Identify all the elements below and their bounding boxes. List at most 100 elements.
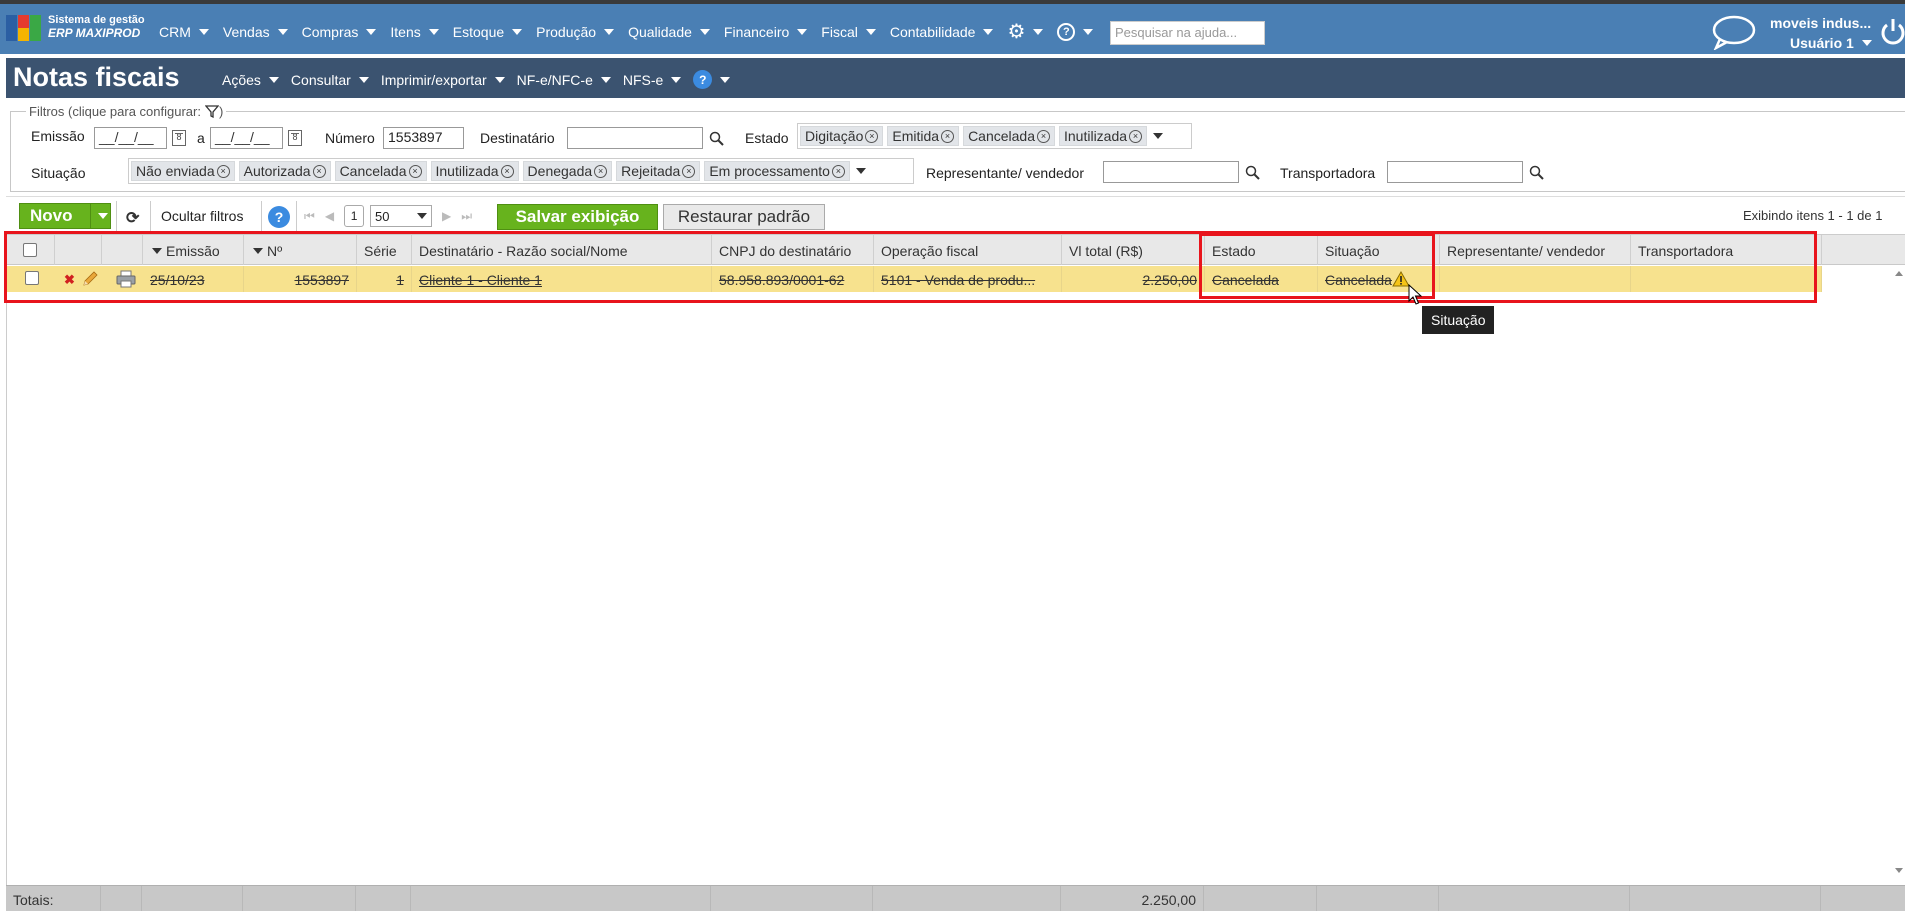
estado-tag[interactable]: Inutilizada ×	[1059, 126, 1148, 146]
nav-label: Estoque	[452, 24, 505, 40]
remove-tag-icon[interactable]: ×	[941, 129, 955, 143]
menu-nfse[interactable]: NFS-e	[623, 72, 682, 88]
help-menu[interactable]: ?	[1057, 23, 1094, 41]
nav-vendas[interactable]: Vendas	[223, 24, 288, 40]
transportadora-input[interactable]	[1387, 161, 1523, 183]
page-size-select[interactable]: 50	[370, 205, 433, 227]
search-icon[interactable]	[1529, 165, 1544, 180]
remove-tag-icon[interactable]: ×	[312, 164, 326, 178]
page-menu: Ações Consultar Imprimir/exportar NF-e/N…	[222, 70, 742, 89]
nav-label: Qualidade	[628, 24, 692, 40]
remove-tag-icon[interactable]: ×	[682, 164, 696, 178]
situacao-tooltip: Situação	[1422, 306, 1495, 334]
nav-financeiro[interactable]: Financeiro	[724, 24, 808, 40]
totals-cell	[142, 886, 243, 911]
representante-label: Representante/ vendedor	[926, 165, 1084, 181]
novo-button[interactable]: Novo	[19, 203, 111, 229]
help-search-input[interactable]: Pesquisar na ajuda...	[1110, 21, 1265, 45]
situacao-tag[interactable]: Rejeitada ×	[616, 161, 701, 181]
company-name[interactable]: moveis indus...	[1770, 15, 1871, 31]
caret-down-icon[interactable]	[98, 213, 108, 219]
search-icon[interactable]	[1245, 165, 1260, 180]
remove-tag-icon[interactable]: ×	[865, 129, 879, 143]
remove-tag-icon[interactable]: ×	[500, 164, 514, 178]
representante-input[interactable]	[1103, 161, 1239, 183]
filters-legend[interactable]: Filtros (clique para configurar: )	[26, 104, 227, 119]
calendar-icon[interactable]: 8	[172, 130, 186, 146]
restaurar-padrao-button[interactable]: Restaurar padrão	[663, 204, 825, 230]
situacao-tag[interactable]: Em processamento ×	[704, 161, 850, 181]
scroll-up-icon[interactable]	[1895, 271, 1903, 276]
totals-cell	[101, 886, 142, 911]
menu-nfe[interactable]: NF-e/NFC-e	[517, 72, 611, 88]
destinatario-label: Destinatário	[480, 130, 555, 146]
toolbar-divider	[296, 201, 297, 231]
funnel-icon[interactable]	[204, 105, 219, 118]
estado-tag[interactable]: Digitação ×	[800, 126, 884, 146]
situacao-tag-select[interactable]: Não enviada × Autorizada × Cancelada × Inut…	[128, 158, 914, 184]
numero-input[interactable]: 1553897	[383, 127, 464, 149]
caret-down-icon[interactable]	[855, 168, 866, 174]
remove-tag-icon[interactable]: ×	[1037, 129, 1050, 143]
maxiprod-logo-icon[interactable]	[6, 13, 42, 43]
toolbar-divider	[261, 201, 262, 231]
nav-contabilidade[interactable]: Contabilidade	[890, 24, 994, 40]
nav-fiscal[interactable]: Fiscal	[821, 24, 876, 40]
situacao-tag[interactable]: Denegada ×	[522, 161, 613, 181]
next-page-icon[interactable]: ▶	[442, 209, 451, 223]
emissao-from-input[interactable]: __/__/__	[94, 127, 167, 149]
caret-down-icon	[366, 29, 377, 35]
remove-tag-icon[interactable]: ×	[216, 164, 230, 178]
nav-compras[interactable]: Compras	[302, 24, 377, 40]
estado-tag-select[interactable]: Digitação × Emitida × Cancelada × Inutiliza…	[797, 123, 1192, 149]
prev-page-icon[interactable]: ◀	[325, 209, 334, 223]
search-icon[interactable]	[709, 131, 724, 146]
last-page-icon[interactable]: ⏭	[461, 209, 472, 224]
situacao-tag[interactable]: Cancelada ×	[334, 161, 427, 181]
emissao-to-input[interactable]: __/__/__	[210, 127, 283, 149]
menu-label: Consultar	[290, 71, 351, 88]
nav-estoque[interactable]: Estoque	[452, 24, 523, 40]
remove-tag-icon[interactable]: ×	[594, 164, 608, 178]
estado-label: Estado	[745, 130, 789, 146]
caret-down-icon	[1083, 29, 1094, 35]
estado-tag[interactable]: Cancelada ×	[963, 126, 1055, 146]
remove-tag-icon[interactable]: ×	[408, 164, 422, 178]
nav-producao[interactable]: Produção	[536, 24, 615, 40]
refresh-icon[interactable]: ⟳	[126, 208, 139, 228]
estado-tag[interactable]: Emitida ×	[887, 126, 960, 146]
chat-bubble-icon[interactable]	[1710, 14, 1756, 50]
caret-down-icon	[1033, 29, 1044, 35]
destinatario-input[interactable]	[567, 127, 703, 149]
nav-label: Produção	[536, 24, 597, 40]
page-help-menu[interactable]: ?	[693, 70, 731, 89]
settings-menu[interactable]: ⚙	[1007, 22, 1044, 42]
situacao-tag[interactable]: Autorizada ×	[238, 161, 331, 181]
help-icon[interactable]: ?	[268, 206, 290, 228]
situacao-tag[interactable]: Inutilizada ×	[430, 161, 519, 181]
ocultar-filtros-button[interactable]: Ocultar filtros	[161, 208, 243, 224]
nav-crm[interactable]: CRM	[159, 24, 209, 40]
power-icon[interactable]	[1880, 16, 1905, 46]
nav-qualidade[interactable]: Qualidade	[628, 24, 710, 40]
salvar-exibicao-button[interactable]: Salvar exibição	[497, 204, 658, 230]
grid-scrollbar[interactable]	[1893, 268, 1905, 876]
user-menu[interactable]: Usuário 1	[1790, 35, 1872, 51]
tag-label: Cancelada	[968, 128, 1035, 144]
page-number[interactable]: 1	[344, 205, 365, 227]
scroll-down-icon[interactable]	[1895, 868, 1903, 873]
totals-cell	[356, 886, 411, 911]
situacao-label: Situação	[31, 165, 86, 181]
situacao-tag[interactable]: Não enviada ×	[131, 161, 235, 181]
toolbar-divider	[116, 201, 117, 231]
first-page-icon[interactable]: ⏮	[304, 209, 315, 224]
menu-acoes[interactable]: Ações	[222, 72, 279, 88]
calendar-icon[interactable]: 8	[288, 130, 302, 146]
caret-down-icon[interactable]	[1153, 133, 1164, 139]
remove-tag-icon[interactable]: ×	[831, 164, 845, 178]
nav-itens[interactable]: Itens	[390, 24, 439, 40]
logo-text[interactable]: Sistema de gestão ERP MAXIPROD	[48, 14, 145, 40]
menu-imprimir-exportar[interactable]: Imprimir/exportar	[381, 72, 505, 88]
remove-tag-icon[interactable]: ×	[1129, 129, 1143, 143]
menu-consultar[interactable]: Consultar	[291, 72, 369, 88]
